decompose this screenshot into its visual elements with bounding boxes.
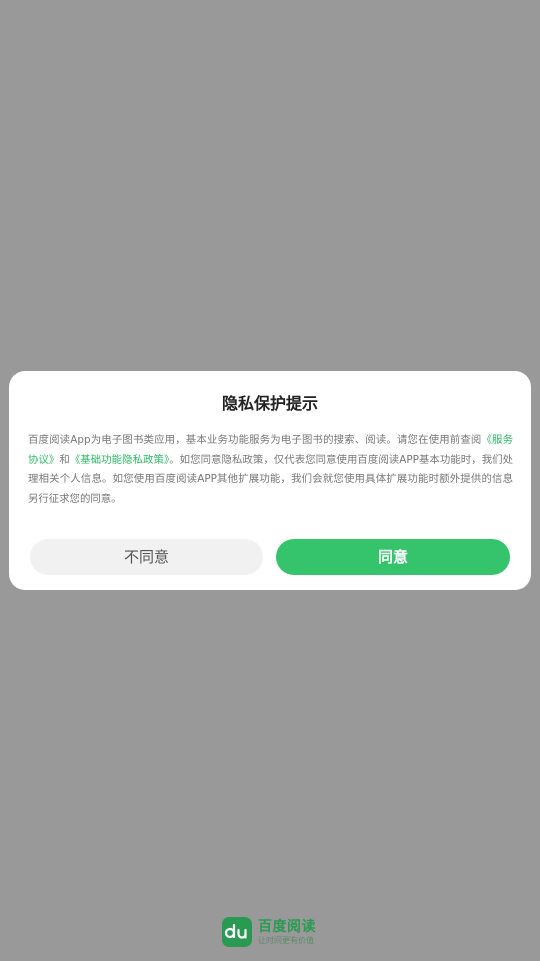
dialog-title: 隐私保护提示	[221, 394, 318, 413]
body-text-2: 和	[59, 453, 70, 466]
privacy-policy-link[interactable]: 《基础功能隐私政策》	[70, 454, 169, 466]
disagree-button[interactable]: 不同意	[30, 539, 263, 575]
du-logo-icon	[222, 917, 252, 947]
brand-text: 百度阅读 让时间更有价值	[258, 919, 316, 946]
agree-button[interactable]: 同意	[276, 539, 510, 575]
du-logo-glyph	[225, 923, 247, 939]
dialog-body: 百度阅读App为电子图书类应用，基本业务功能服务为电子图书的搜索、阅读。请您在使…	[28, 431, 513, 509]
brand-name: 百度阅读	[258, 918, 316, 935]
privacy-dialog: 隐私保护提示 百度阅读App为电子图书类应用，基本业务功能服务为电子图书的搜索、…	[9, 371, 531, 590]
brand-footer: 百度阅读 让时间更有价值	[222, 917, 316, 947]
body-text-1: 百度阅读App为电子图书类应用，基本业务功能服务为电子图书的搜索、阅读。请您在使…	[28, 434, 482, 446]
brand-slogan: 让时间更有价值	[258, 935, 314, 945]
